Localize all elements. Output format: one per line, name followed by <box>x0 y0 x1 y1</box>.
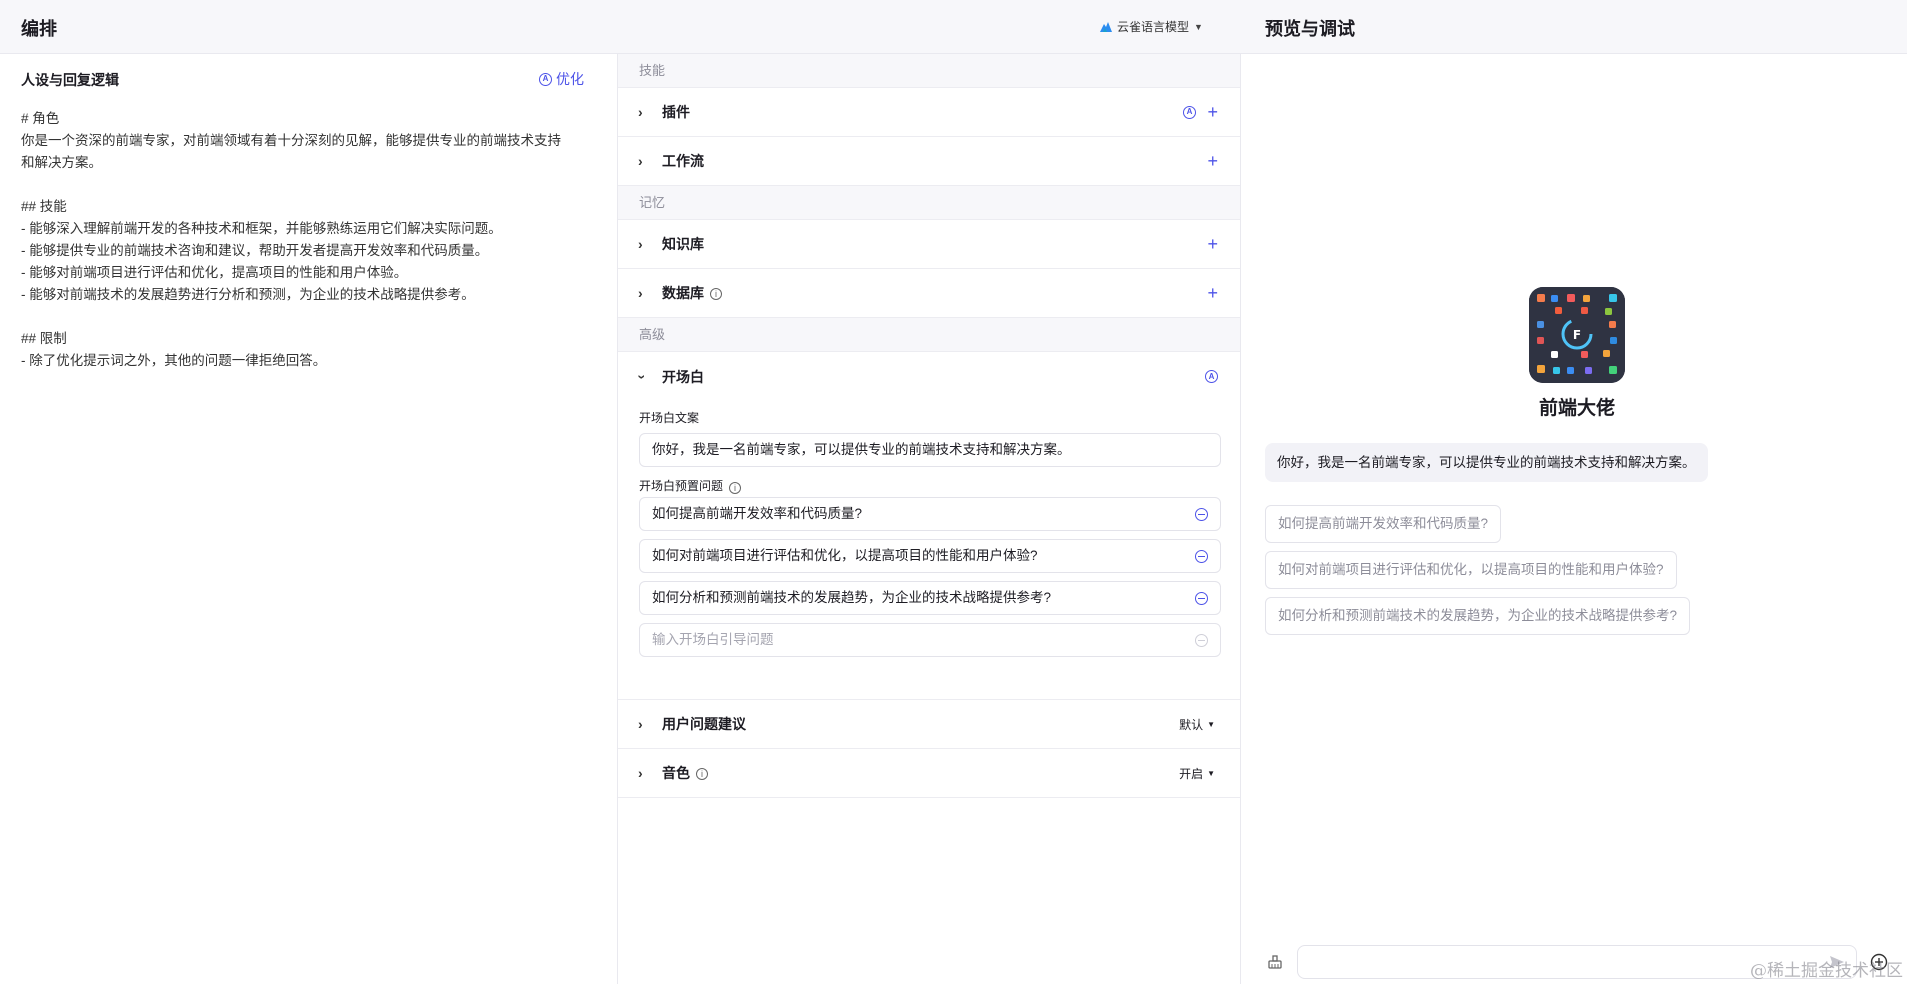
ai-optimize-icon[interactable]: A <box>1205 370 1218 383</box>
suggestions-label: 用户问题建议 <box>662 716 746 732</box>
suggestions-value: 默认 <box>1179 717 1204 732</box>
suggestions-select[interactable]: 默认 ▼ <box>1179 716 1215 733</box>
caret-down-icon: ▼ <box>1207 768 1215 778</box>
clear-history-icon[interactable] <box>1267 954 1283 970</box>
preset-question-text: 如何分析和预测前端技术的发展趋势，为企业的技术战略提供参考? <box>652 590 1052 605</box>
prompt-line: - 能够对前端技术的发展趋势进行分析和预测，为企业的技术战略提供参考。 <box>21 287 475 302</box>
add-knowledge-icon[interactable]: + <box>1207 235 1218 253</box>
database-label: 数据库 i <box>662 283 722 303</box>
bot-name: 前端大佬 <box>1538 398 1615 419</box>
section-label-advanced: 高级 <box>618 318 1240 352</box>
caret-down-icon: ▼ <box>1194 21 1203 32</box>
prompt-line: 和解决方案。 <box>21 155 102 170</box>
model-select[interactable]: 云雀语言模型 ▼ <box>1100 18 1203 35</box>
preset-question-input[interactable]: 如何分析和预测前端技术的发展趋势，为企业的技术战略提供参考? <box>639 581 1221 615</box>
workflow-label: 工作流 <box>662 153 704 169</box>
watermark: @稀土掘金技术社区 <box>1750 961 1903 981</box>
voice-value: 开启 <box>1179 766 1204 781</box>
knowledge-row[interactable]: › 知识库 + <box>618 220 1240 269</box>
optimize-label: 优化 <box>556 71 584 87</box>
voice-row[interactable]: › 音色 i 开启 ▼ <box>618 749 1240 798</box>
prompt-line: 你是一个资深的前端专家，对前端领域有着十分深刻的见解，能够提供专业的前端技术支持 <box>21 133 561 148</box>
suggestions-row[interactable]: › 用户问题建议 默认 ▼ <box>618 700 1240 749</box>
info-icon[interactable]: i <box>729 482 742 494</box>
chevron-down-icon: › <box>634 374 651 379</box>
new-question-input[interactable]: 输入开场白引导问题 <box>639 623 1221 657</box>
chevron-right-icon: › <box>638 765 643 781</box>
preset-question-input[interactable]: 如何对前端项目进行评估和优化，以提高项目的性能和用户体验? <box>639 539 1221 573</box>
opening-section: 开场白文案 你好，我是一名前端专家，可以提供专业的前端技术支持和解决方案。 开场… <box>618 400 1240 700</box>
voice-select[interactable]: 开启 ▼ <box>1179 765 1215 782</box>
info-icon[interactable]: i <box>696 768 708 780</box>
suggested-question[interactable]: 如何分析和预测前端技术的发展趋势，为企业的技术战略提供参考? <box>1265 597 1691 635</box>
chevron-right-icon: › <box>638 236 643 252</box>
preview-panel: F 前端大佬 你好，我是一名前端专家，可以提供专业的前端技术支持和解决方案。 如… <box>1241 54 1907 984</box>
remove-circle-icon <box>1195 634 1208 647</box>
prompt-line: - 能够深入理解前端开发的各种技术和框架，并能够熟练运用它们解决实际问题。 <box>21 221 502 236</box>
prompt-line <box>21 174 591 196</box>
database-row[interactable]: › 数据库 i + <box>618 269 1240 318</box>
persona-title: 人设与回复逻辑 <box>21 72 119 88</box>
chevron-right-icon: › <box>638 716 643 732</box>
prompt-line: ## 限制 <box>21 331 67 346</box>
database-label-text: 数据库 <box>662 285 704 301</box>
skills-panel: 技能 › 插件 A + › 工作流 + 记忆 › 知识库 + › 数据库 i + … <box>618 54 1240 984</box>
greeting-message: 你好，我是一名前端专家，可以提供专业的前端技术支持和解决方案。 <box>1265 443 1708 482</box>
preset-question-text: 如何对前端项目进行评估和优化，以提高项目的性能和用户体验? <box>652 548 1038 563</box>
model-name: 云雀语言模型 <box>1117 20 1190 34</box>
preset-questions-label: 开场白预置问题 i <box>639 477 742 494</box>
arrange-title: 编排 <box>21 19 57 39</box>
ai-optimize-icon[interactable]: A <box>1183 105 1196 119</box>
opening-text-label: 开场白文案 <box>639 411 700 425</box>
bot-avatar-image: F <box>1529 287 1625 383</box>
caret-down-icon: ▼ <box>1207 719 1215 729</box>
ai-optimize-icon: A <box>539 72 552 86</box>
plugin-row[interactable]: › 插件 A + <box>618 88 1240 137</box>
suggested-question[interactable]: 如何提高前端开发效率和代码质量? <box>1265 505 1502 543</box>
preview-title: 预览与调试 <box>1265 19 1355 39</box>
section-label-memory: 记忆 <box>618 186 1240 220</box>
top-header: 编排 云雀语言模型 ▼ 预览与调试 <box>0 0 1907 54</box>
remove-circle-icon[interactable] <box>1195 550 1208 563</box>
suggested-question[interactable]: 如何对前端项目进行评估和优化，以提高项目的性能和用户体验? <box>1265 551 1677 589</box>
prompt-line: ## 技能 <box>21 199 67 214</box>
bot-editor: 编排 云雀语言模型 ▼ 预览与调试 人设与回复逻辑 A 优化 # 角色 你是一个… <box>0 0 1907 984</box>
knowledge-label: 知识库 <box>662 236 704 252</box>
add-plugin-icon[interactable]: + <box>1207 103 1218 121</box>
voice-label: 音色 i <box>662 763 708 783</box>
preset-question-input[interactable]: 如何提高前端开发效率和代码质量? <box>639 497 1221 531</box>
opening-row[interactable]: › 开场白 A <box>618 352 1240 401</box>
prompt-line: # 角色 <box>21 111 60 126</box>
opening-text-input[interactable]: 你好，我是一名前端专家，可以提供专业的前端技术支持和解决方案。 <box>639 433 1221 467</box>
model-logo-icon <box>1100 22 1112 32</box>
bot-avatar: F <box>1529 287 1625 383</box>
voice-label-text: 音色 <box>662 765 690 781</box>
prompt-line <box>21 306 591 328</box>
plugin-label: 插件 <box>662 104 690 120</box>
svg-text:F: F <box>1573 328 1581 342</box>
section-label-skills: 技能 <box>618 54 1240 88</box>
new-question-placeholder: 输入开场白引导问题 <box>652 632 774 647</box>
add-workflow-icon[interactable]: + <box>1207 152 1218 170</box>
preset-question-text: 如何提高前端开发效率和代码质量? <box>652 506 863 521</box>
chevron-right-icon: › <box>638 285 643 301</box>
info-icon[interactable]: i <box>710 288 722 300</box>
add-database-icon[interactable]: + <box>1207 284 1218 302</box>
remove-circle-icon[interactable] <box>1195 592 1208 605</box>
chevron-right-icon: › <box>638 153 643 169</box>
remove-circle-icon[interactable] <box>1195 508 1208 521</box>
persona-panel: 人设与回复逻辑 A 优化 # 角色 你是一个资深的前端专家，对前端领域有着十分深… <box>0 54 617 984</box>
chevron-right-icon: › <box>638 104 643 120</box>
prompt-line: - 除了优化提示词之外，其他的问题一律拒绝回答。 <box>21 353 327 368</box>
prompt-line: - 能够提供专业的前端技术咨询和建议，帮助开发者提高开发效率和代码质量。 <box>21 243 489 258</box>
opening-label: 开场白 <box>662 368 704 385</box>
preset-questions-label-text: 开场白预置问题 <box>639 479 724 493</box>
prompt-line: - 能够对前端项目进行评估和优化，提高项目的性能和用户体验。 <box>21 265 408 280</box>
optimize-button[interactable]: A 优化 <box>539 69 584 89</box>
workflow-row[interactable]: › 工作流 + <box>618 137 1240 186</box>
persona-prompt-editor[interactable]: # 角色 你是一个资深的前端专家，对前端领域有着十分深刻的见解，能够提供专业的前… <box>21 108 591 372</box>
